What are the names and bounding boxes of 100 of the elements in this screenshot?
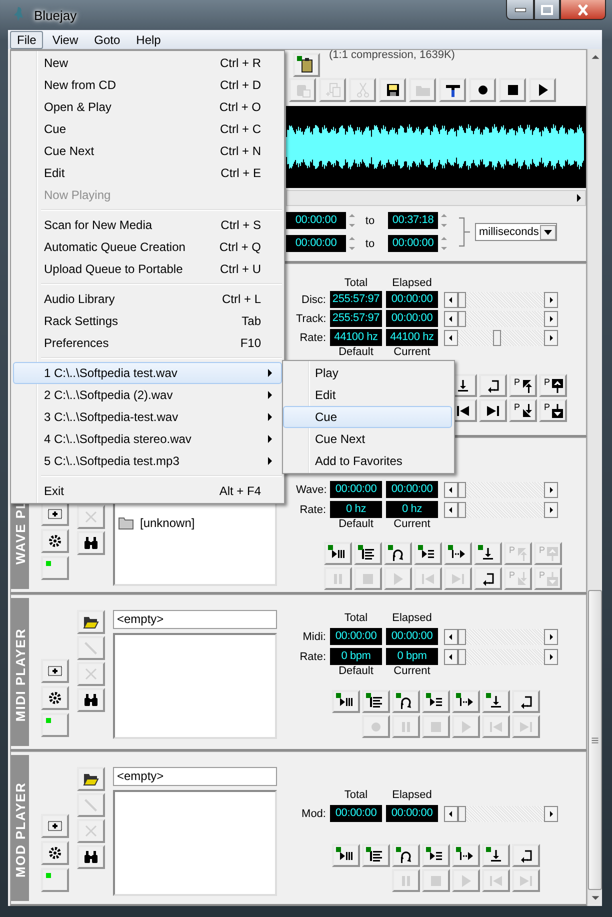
horizontal-scrollbar[interactable] [286, 190, 586, 206]
skip-forward-button[interactable] [479, 399, 507, 422]
floppy-disk-button[interactable] [379, 78, 406, 102]
slider-thumb[interactable] [458, 482, 466, 498]
step-play-button[interactable] [444, 542, 472, 565]
add-button[interactable] [41, 659, 69, 683]
slider-thumb[interactable] [458, 648, 466, 664]
time-field[interactable]: 00:00:00 [286, 212, 346, 229]
loop-button[interactable] [384, 542, 412, 565]
list-button[interactable] [362, 690, 390, 713]
play-queue-button[interactable] [414, 542, 442, 565]
slider-left-button[interactable] [444, 502, 458, 518]
time-field[interactable]: 00:00:00 [286, 235, 346, 252]
return-arrow-button[interactable] [512, 690, 540, 713]
menu-item[interactable]: Cue Next [283, 428, 452, 450]
slider-right-button[interactable] [544, 502, 558, 518]
clipboard-button[interactable] [293, 53, 320, 77]
file-field[interactable]: <empty> [113, 610, 277, 629]
binoculars-button[interactable] [77, 845, 105, 869]
slider-right-button[interactable] [544, 292, 558, 308]
menu-item[interactable]: Edit Ctrl + E [13, 162, 282, 184]
menu-item[interactable]: Play [283, 362, 452, 384]
loop-button[interactable] [392, 690, 420, 713]
gear-button[interactable] [41, 686, 69, 710]
menu-item[interactable]: 4 C:\..\Softpedia stereo.wav [13, 428, 282, 450]
slider-right-button[interactable] [544, 310, 558, 326]
return-arrow-button[interactable] [512, 844, 540, 867]
menu-item[interactable]: Exit Alt + F4 [13, 480, 282, 502]
corner-arrow-down-button[interactable]: P [509, 399, 537, 422]
menu-item[interactable]: New Ctrl + R [13, 52, 282, 74]
slider-right-button[interactable] [544, 648, 558, 664]
slider-left-button[interactable] [444, 628, 458, 644]
play-pause-button[interactable] [324, 542, 352, 565]
menu-item[interactable]: Automatic Queue Creation Ctrl + Q [13, 236, 282, 258]
play-pause-button[interactable] [332, 844, 360, 867]
vertical-scrollbar[interactable] [587, 49, 602, 906]
add-button[interactable] [41, 814, 69, 838]
slider-thumb[interactable] [458, 628, 466, 644]
slider-left-button[interactable] [444, 482, 458, 498]
slider-thumb[interactable] [458, 292, 466, 308]
menu-item[interactable]: Edit [283, 384, 452, 406]
arrow-down-button[interactable] [474, 542, 502, 565]
time-field[interactable]: 00:00:00 [388, 235, 438, 252]
menu-item[interactable]: Scan for New Media Ctrl + S [13, 214, 282, 236]
slider-right-button[interactable] [544, 628, 558, 644]
menu-item[interactable]: File [10, 30, 44, 48]
slider-thumb[interactable] [458, 502, 466, 518]
close-button[interactable] [560, 0, 606, 20]
slider-thumb[interactable] [493, 330, 502, 346]
time-field[interactable]: 00:37:18 [388, 212, 438, 229]
record-button[interactable] [469, 78, 496, 102]
binoculars-button[interactable] [77, 688, 105, 712]
play-button[interactable] [529, 78, 556, 102]
slider-left-button[interactable] [444, 330, 458, 346]
slider-right-button[interactable] [544, 330, 558, 346]
slider-thumb[interactable] [458, 310, 466, 326]
menu-item[interactable]: Upload Queue to Portable Ctrl + U [13, 258, 282, 280]
gear-button[interactable] [41, 529, 69, 553]
unit-dropdown[interactable]: milliseconds [475, 223, 557, 241]
menu-item[interactable]: 2 C:\..\Softpedia (2).wav [13, 384, 282, 406]
menu-item[interactable]: New from CD Ctrl + D [13, 74, 282, 96]
slider-right-button[interactable] [544, 806, 558, 822]
menu-item[interactable]: 1 C:\..\Softpedia test.wav [13, 362, 282, 384]
menu-item[interactable]: Goto [87, 30, 128, 48]
menu-item[interactable]: 5 C:\..\Softpedia test.mp3 [13, 450, 282, 472]
slider-left-button[interactable] [444, 806, 458, 822]
return-arrow-button[interactable] [474, 567, 502, 590]
menu-item[interactable]: Cue Next Ctrl + N [13, 140, 282, 162]
list-button[interactable] [362, 844, 390, 867]
stop-button[interactable] [499, 78, 526, 102]
list-item[interactable]: [unknown] [118, 515, 195, 531]
step-play-button[interactable] [452, 690, 480, 713]
step-play-button[interactable] [452, 844, 480, 867]
return-arrow-button[interactable] [479, 374, 507, 397]
add-button[interactable] [41, 502, 69, 526]
menu-item[interactable]: 3 C:\..\Softpedia-test.wav [13, 406, 282, 428]
slider-right-button[interactable] [544, 482, 558, 498]
menu-item[interactable]: Cue [283, 406, 452, 428]
arrow-down-button[interactable] [482, 690, 510, 713]
menu-item[interactable]: Help [129, 30, 168, 48]
binoculars-button[interactable] [77, 531, 105, 555]
menu-item[interactable]: View [45, 30, 86, 48]
slider-left-button[interactable] [444, 292, 458, 308]
slider-left-button[interactable] [444, 648, 458, 664]
menu-item[interactable]: Open & Play Ctrl + O [13, 96, 282, 118]
gear-button[interactable] [41, 841, 69, 865]
menu-item[interactable]: Preferences F10 [13, 332, 282, 354]
play-pause-button[interactable] [332, 690, 360, 713]
arrow-up-box-button[interactable]: P [539, 374, 567, 397]
arrow-down-box-button[interactable]: P [539, 399, 567, 422]
menu-item[interactable]: Add to Favorites [283, 450, 452, 472]
menu-item[interactable]: Audio Library Ctrl + L [13, 288, 282, 310]
list-button[interactable] [354, 542, 382, 565]
corner-arrow-up-button[interactable]: P [509, 374, 537, 397]
loop-button[interactable] [392, 844, 420, 867]
open-folder-button[interactable] [77, 767, 105, 791]
hammer-button[interactable] [439, 78, 466, 102]
open-folder-button[interactable] [77, 610, 105, 634]
scroll-thumb[interactable] [588, 590, 602, 890]
maximize-button[interactable] [534, 0, 560, 20]
